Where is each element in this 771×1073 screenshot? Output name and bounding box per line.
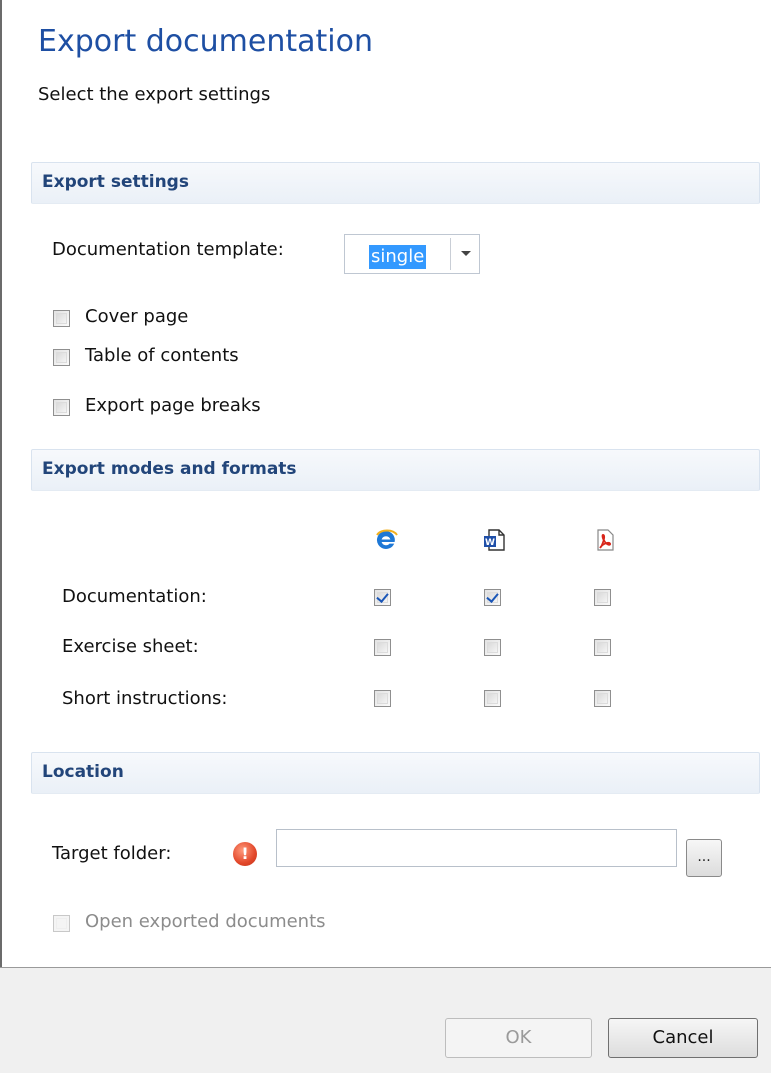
- exercise-sheet-html-checkbox[interactable]: [374, 639, 391, 656]
- section-export-settings: Export settings: [31, 162, 760, 204]
- short-instructions-html-checkbox[interactable]: [374, 690, 391, 707]
- section-location: Location: [31, 752, 760, 794]
- target-folder-input[interactable]: [276, 829, 677, 867]
- open-exported-checkbox[interactable]: [53, 915, 70, 932]
- section-header-label: Export settings: [42, 172, 189, 192]
- internet-explorer-icon: [376, 529, 398, 549]
- documentation-row-label: Documentation:: [62, 586, 207, 607]
- exercise-sheet-row-label: Exercise sheet:: [62, 636, 199, 657]
- documentation-html-checkbox[interactable]: [374, 589, 391, 606]
- documentation-word-checkbox[interactable]: [484, 589, 501, 606]
- cover-page-checkbox[interactable]: [53, 310, 70, 327]
- section-header-label: Export modes and formats: [42, 459, 297, 479]
- warning-icon: !: [233, 842, 257, 866]
- dialog-title: Export documentation: [38, 24, 373, 59]
- short-instructions-word-checkbox[interactable]: [484, 690, 501, 707]
- template-dropdown[interactable]: single: [344, 234, 480, 274]
- template-dropdown-value[interactable]: single: [369, 245, 427, 269]
- chevron-down-icon: [461, 251, 471, 256]
- documentation-pdf-checkbox[interactable]: [594, 589, 611, 606]
- section-export-modes: Export modes and formats: [31, 449, 760, 491]
- pdf-icon: [597, 529, 614, 551]
- open-exported-label: Open exported documents: [85, 911, 326, 932]
- export-page-breaks-label[interactable]: Export page breaks: [85, 395, 261, 416]
- dialog-subtitle: Select the export settings: [38, 84, 271, 105]
- exercise-sheet-word-checkbox[interactable]: [484, 639, 501, 656]
- ok-button[interactable]: OK: [445, 1018, 592, 1058]
- dropdown-toggle[interactable]: [450, 238, 479, 270]
- exercise-sheet-pdf-checkbox[interactable]: [594, 639, 611, 656]
- target-folder-label: Target folder:: [52, 843, 172, 864]
- cover-page-label[interactable]: Cover page: [85, 306, 188, 327]
- table-of-contents-label[interactable]: Table of contents: [85, 345, 239, 366]
- word-document-icon: W: [484, 529, 505, 551]
- short-instructions-row-label: Short instructions:: [62, 688, 228, 709]
- browse-button[interactable]: ...: [686, 839, 722, 877]
- table-of-contents-checkbox[interactable]: [53, 349, 70, 366]
- short-instructions-pdf-checkbox[interactable]: [594, 690, 611, 707]
- template-label: Documentation template:: [52, 239, 284, 260]
- export-page-breaks-checkbox[interactable]: [53, 399, 70, 416]
- cancel-button[interactable]: Cancel: [608, 1018, 758, 1058]
- svg-text:W: W: [485, 538, 495, 548]
- section-header-label: Location: [42, 762, 124, 782]
- window-border: [0, 0, 2, 1072]
